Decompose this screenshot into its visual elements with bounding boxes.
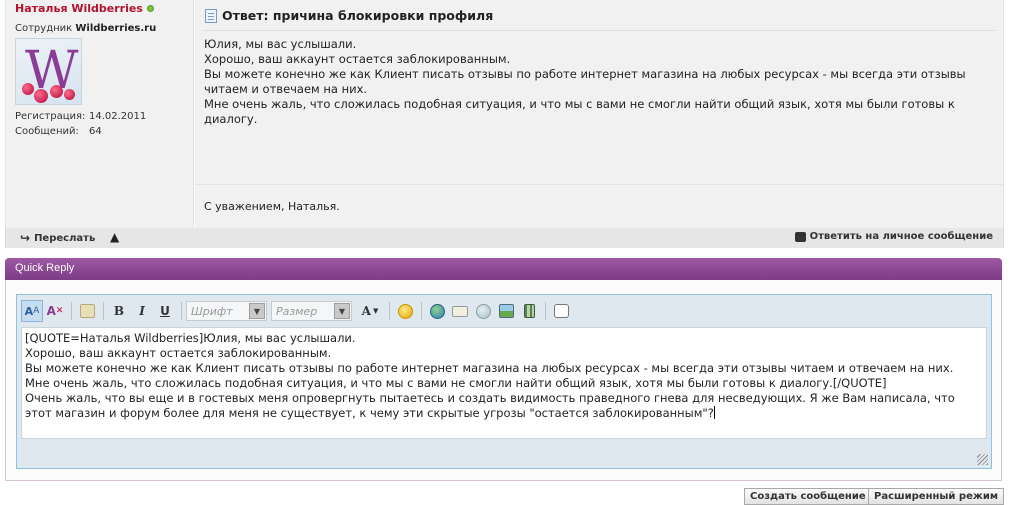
post-title-row: Ответ: причина блокировки профиля [205, 8, 493, 23]
insert-link-icon[interactable] [426, 300, 448, 322]
insert-image-icon[interactable] [495, 300, 517, 322]
font-color-button[interactable]: A ▼ [356, 300, 384, 322]
quick-reply-textarea[interactable]: [QUOTE=Наталья Wildberries]Юлия, мы вас … [21, 327, 987, 439]
avatar[interactable]: W [15, 38, 82, 105]
user-title-prefix: Сотрудник [15, 23, 73, 34]
message-line: Юлия, мы вас услышали. [204, 37, 357, 51]
post-footer: ↪ Переслать ▲ Ответить на личное сообщен… [5, 228, 1004, 248]
wysiwyg-mode-icon[interactable]: AA [21, 300, 43, 322]
post-message: Юлия, мы вас услышали. Хорошо, ваш аккау… [204, 37, 994, 127]
avatar-berry-icon [22, 83, 34, 95]
message-line: Хорошо, ваш аккаунт остается заблокирова… [204, 52, 511, 66]
toolbar-separator [421, 302, 422, 320]
resize-handle-icon[interactable] [977, 454, 988, 465]
textarea-line: Мне очень жаль, что сложилась подобная с… [25, 376, 887, 390]
toolbar-separator [389, 302, 390, 320]
insert-quote-icon[interactable] [550, 300, 572, 322]
post-title: Ответ: причина блокировки профиля [222, 8, 494, 23]
quick-reply-header: Quick Reply [5, 258, 1002, 280]
stat-label: Сообщений: [15, 126, 79, 137]
underline-button[interactable]: U [154, 300, 176, 322]
size-select-placeholder: Размер [276, 304, 318, 318]
divider [203, 30, 995, 31]
advanced-mode-button[interactable]: Расширенный режим [868, 488, 1004, 505]
toolbar-separator [71, 302, 72, 320]
message-line: Мне очень жаль, что сложилась подобная с… [204, 97, 955, 126]
divider [195, 184, 1003, 185]
document-icon [205, 8, 217, 23]
remove-format-icon[interactable]: A ✕ [44, 300, 66, 322]
stat-label: Регистрация: [15, 111, 86, 122]
textarea-line: Вы можете конечно же как Клиент писать о… [25, 361, 954, 375]
chevron-down-icon: ▼ [249, 303, 265, 319]
size-select[interactable]: Размер ▼ [271, 301, 352, 321]
textarea-line: Хорошо, ваш аккаунт остается заблокирова… [25, 346, 332, 360]
post-body: Ответ: причина блокировки профиля Юлия, … [195, 0, 1003, 228]
avatar-berry-icon [34, 89, 48, 103]
insert-email-icon[interactable] [449, 300, 471, 322]
editor: AA A ✕ B I U Шрифт ▼ Размер ▼ A ▼ [QUOTE… [16, 294, 992, 469]
toolbar-separator [181, 302, 182, 320]
textarea-line: Очень жаль, что вы еще и в гостевых меня… [25, 391, 959, 420]
online-status-icon [146, 4, 154, 12]
avatar-berry-icon [50, 85, 63, 98]
font-select-placeholder: Шрифт [191, 304, 233, 318]
avatar-berry-icon [64, 89, 75, 100]
post-signature: С уважением, Наталья. [204, 200, 340, 213]
user-title-site: Wildberries.ru [75, 23, 157, 34]
stat-value: 64 [89, 126, 102, 137]
forward-arrow-icon: ↪ [20, 231, 31, 245]
editor-toolbar: AA A ✕ B I U Шрифт ▼ Размер ▼ A ▼ [21, 298, 573, 324]
user-stat-registration: Регистрация: 14.02.2011 [15, 111, 146, 122]
toolbar-separator [103, 302, 104, 320]
stat-value: 14.02.2011 [89, 111, 147, 122]
username-link[interactable]: Наталья Wildberries [15, 2, 143, 15]
textarea-line: [QUOTE=Наталья Wildberries]Юлия, мы вас … [25, 331, 356, 345]
forum-post: Наталья Wildberries Сотрудник Wildberrie… [5, 0, 1004, 228]
reply-pm-label: Ответить на личное сообщение [809, 231, 993, 242]
report-warning-icon[interactable]: ▲ [110, 230, 119, 244]
message-line: Вы можете конечно же как Клиент писать о… [204, 67, 966, 96]
font-select[interactable]: Шрифт ▼ [186, 301, 267, 321]
paste-icon[interactable] [76, 300, 98, 322]
user-info-panel: Наталья Wildberries Сотрудник Wildberrie… [6, 0, 194, 228]
font-color-glyph: A [361, 304, 371, 318]
username-row: Наталья Wildberries [15, 1, 154, 15]
reply-private-message-button[interactable]: Ответить на личное сообщение [794, 231, 993, 242]
bold-button[interactable]: B [108, 300, 130, 322]
text-caret [713, 406, 715, 419]
create-message-button[interactable]: Создать сообщение [744, 488, 872, 505]
chevron-down-icon: ▼ [334, 303, 350, 319]
remove-link-icon[interactable] [472, 300, 494, 322]
user-title: Сотрудник Wildberries.ru [15, 23, 156, 34]
chevron-down-icon: ▼ [372, 307, 379, 315]
user-stat-posts: Сообщений: 64 [15, 126, 102, 137]
forward-label: Переслать [34, 232, 96, 244]
toolbar-separator [545, 302, 546, 320]
speech-bubble-icon [794, 231, 806, 242]
smiley-icon[interactable] [394, 300, 416, 322]
forward-button[interactable]: ↪ Переслать [20, 231, 95, 245]
quick-reply-panel: AA A ✕ B I U Шрифт ▼ Размер ▼ A ▼ [QUOTE… [5, 280, 1002, 481]
insert-video-icon[interactable] [518, 300, 540, 322]
italic-button[interactable]: I [131, 300, 153, 322]
